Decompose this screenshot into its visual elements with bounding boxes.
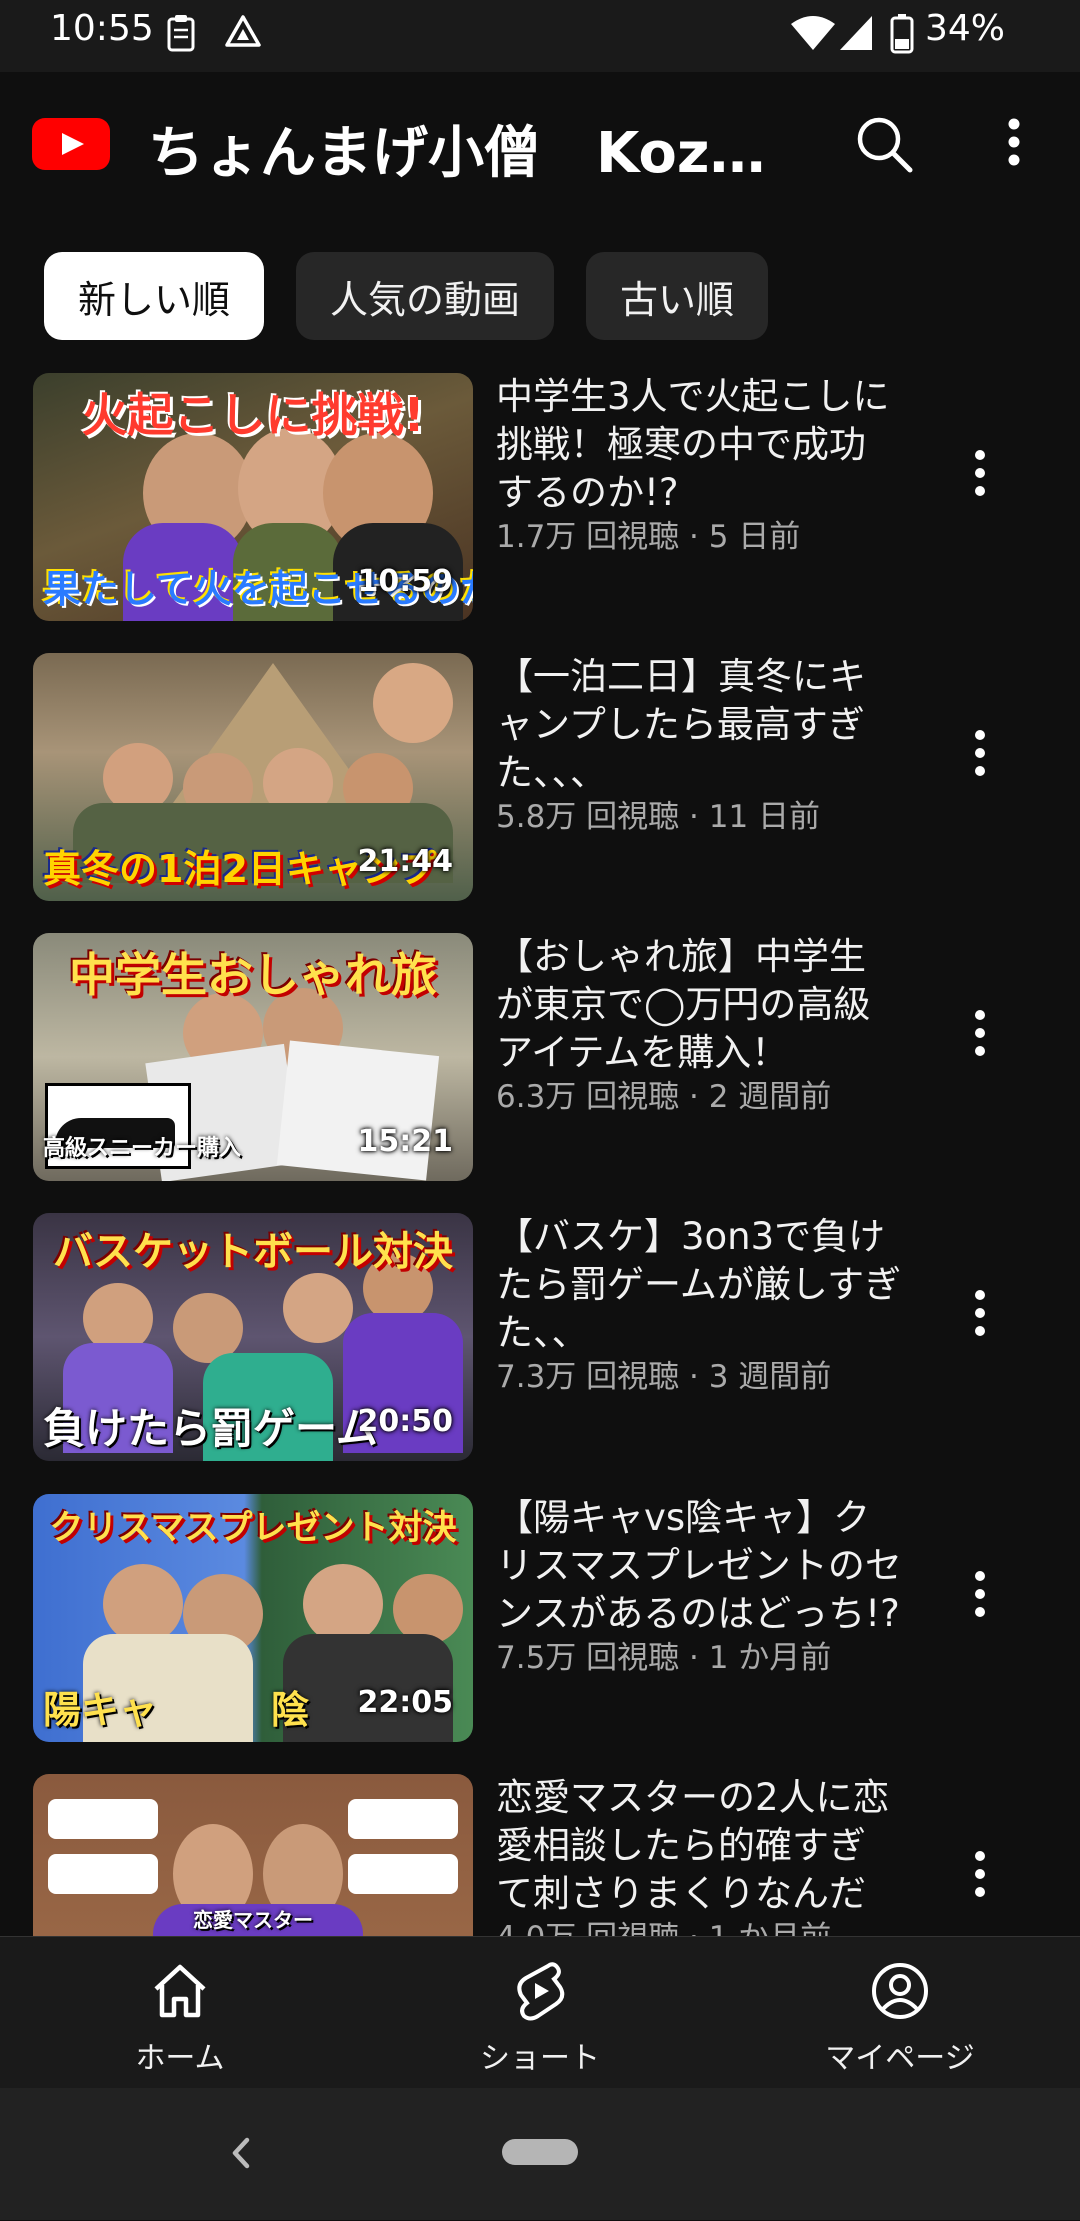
home-icon	[150, 1961, 210, 2021]
wifi-icon	[790, 14, 836, 56]
video-item[interactable]: クリスマスプレゼント対決 陽キャ 陰 22:05 【陽キャvs陰キャ】クリスマス…	[0, 1494, 1080, 1744]
back-icon[interactable]	[225, 2128, 255, 2178]
video-meta: 7.3万 回視聴 · 3 週間前	[496, 1359, 832, 1395]
video-title[interactable]: 【陽キャvs陰キャ】クリスマスプレゼントのセンスがあるのはどっち!?	[496, 1494, 902, 1638]
video-thumbnail[interactable]: バスケットボール対決 負けたら罰ゲーム 20:50	[33, 1213, 473, 1461]
video-item[interactable]: 中学生おしゃれ旅 高級スニーカー購入 15:21 【おしゃれ旅】中学生が東京で◯…	[0, 933, 1080, 1183]
thumbnail-text: バスケットボール対決	[53, 1229, 453, 1275]
video-duration: 10:59	[357, 564, 454, 599]
video-meta: 7.5万 回視聴 · 1 か月前	[496, 1640, 832, 1676]
video-title[interactable]: 【おしゃれ旅】中学生が東京で◯万円の高級アイテムを購入！	[496, 933, 902, 1077]
video-title[interactable]: 【一泊二日】真冬にキャンプしたら最高すぎた、、、	[496, 653, 902, 797]
youtube-logo[interactable]	[32, 118, 110, 170]
signal-icon	[838, 14, 874, 56]
nav-shorts-label: ショート	[480, 2041, 600, 2076]
thumbnail-text: クリスマスプレゼント対決	[49, 1508, 457, 1548]
video-thumbnail[interactable]: 真冬の1泊2日キャンプ 21:44	[33, 653, 473, 901]
clipboard-icon	[166, 14, 196, 56]
nav-shorts[interactable]: ショート	[410, 1937, 670, 2089]
sort-chips: 新しい順 人気の動画 古い順	[44, 252, 769, 340]
video-item[interactable]: 火起こしに挑戦! 果たして火を起こせるのか!? 10:59 中学生3人で火起こし…	[0, 373, 1080, 623]
video-more-icon[interactable]	[960, 713, 1000, 793]
video-item[interactable]: バスケットボール対決 負けたら罰ゲーム 20:50 【バスケ】3on3で負けたら…	[0, 1213, 1080, 1463]
more-vert-icon[interactable]	[994, 112, 1034, 176]
account-icon	[870, 1961, 930, 2021]
home-pill[interactable]	[502, 2089, 578, 2221]
video-item[interactable]: 真冬の1泊2日キャンプ 21:44 【一泊二日】真冬にキャンプしたら最高すぎた、…	[0, 653, 1080, 903]
system-navigation	[0, 2088, 1080, 2220]
nav-mypage-label: マイページ	[825, 2041, 975, 2076]
nav-mypage[interactable]: マイページ	[770, 1937, 1030, 2089]
status-time: 10:55	[50, 8, 154, 49]
nav-home[interactable]: ホーム	[50, 1937, 310, 2089]
channel-title: ちょんまげ小僧 Kozou Chonmage	[148, 121, 788, 186]
video-duration: 15:21	[357, 1124, 454, 1159]
video-duration: 21:44	[357, 844, 454, 879]
battery-percent: 34%	[925, 8, 1006, 49]
video-meta: 1.7万 回視聴 · 5 日前	[496, 519, 801, 555]
drive-icon	[224, 14, 262, 54]
video-more-icon[interactable]	[960, 433, 1000, 513]
video-meta: 5.8万 回視聴 · 11 日前	[496, 799, 821, 835]
video-duration: 20:50	[357, 1404, 454, 1439]
search-icon[interactable]	[852, 112, 916, 176]
nav-home-label: ホーム	[135, 2041, 225, 2076]
video-more-icon[interactable]	[960, 1834, 1000, 1914]
video-meta: 6.3万 回視聴 · 2 週間前	[496, 1079, 832, 1115]
chip-popular[interactable]: 人気の動画	[296, 252, 555, 340]
shorts-icon	[510, 1961, 570, 2021]
video-thumbnail[interactable]: 火起こしに挑戦! 果たして火を起こせるのか!? 10:59	[33, 373, 473, 621]
video-title[interactable]: 恋愛マスターの2人に恋愛相談したら的確すぎて刺さりまくりなんだが	[496, 1774, 902, 1918]
video-thumbnail[interactable]: 中学生おしゃれ旅 高級スニーカー購入 15:21	[33, 933, 473, 1181]
battery-icon	[890, 14, 914, 58]
video-duration: 22:05	[357, 1685, 454, 1720]
thumbnail-text: 火起こしに挑戦!	[81, 388, 425, 442]
status-bar: 10:55 34%	[0, 0, 1080, 72]
bottom-navigation: ホーム ショート マイページ	[0, 1936, 1080, 2089]
chip-newest[interactable]: 新しい順	[44, 252, 265, 340]
video-title[interactable]: 中学生3人で火起こしに挑戦！極寒の中で成功するのか!?	[496, 373, 902, 517]
video-title[interactable]: 【バスケ】3on3で負けたら罰ゲームが厳しすぎた、、	[496, 1213, 902, 1357]
video-more-icon[interactable]	[960, 993, 1000, 1073]
chip-oldest[interactable]: 古い順	[586, 252, 769, 340]
video-thumbnail[interactable]: クリスマスプレゼント対決 陽キャ 陰 22:05	[33, 1494, 473, 1742]
app-bar: ちょんまげ小僧 Kozou Chonmage	[0, 72, 1080, 210]
video-more-icon[interactable]	[960, 1554, 1000, 1634]
thumbnail-text: 中学生おしゃれ旅	[69, 948, 437, 1002]
video-more-icon[interactable]	[960, 1273, 1000, 1353]
